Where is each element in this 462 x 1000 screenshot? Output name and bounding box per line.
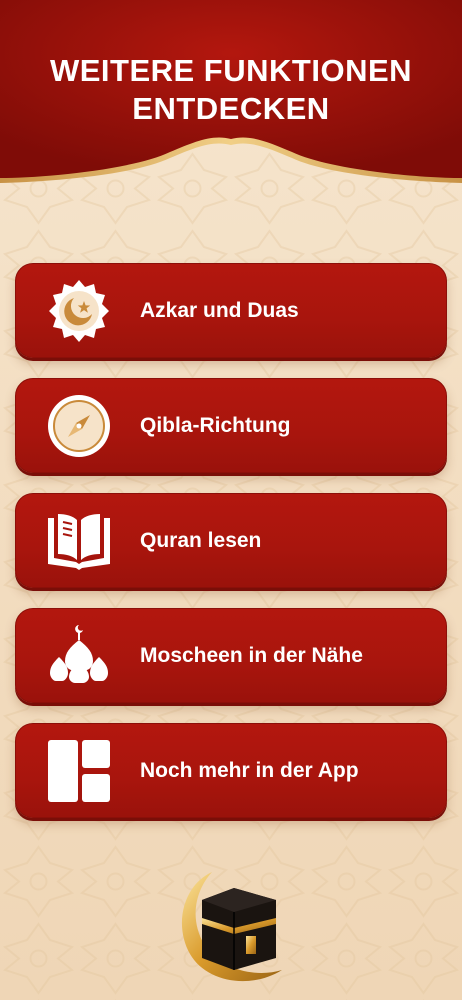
compass-icon [46, 393, 112, 459]
star-crescent-icon [46, 278, 112, 344]
menu-item-nearby-mosques[interactable]: Moscheen in der Nähe [15, 608, 447, 703]
app-grid-icon [46, 738, 112, 804]
menu-item-read-quran[interactable]: Quran lesen [15, 493, 447, 588]
feature-menu: Azkar und Duas Qibla-Richtung Quran lese [15, 263, 447, 838]
menu-item-more-in-app[interactable]: Noch mehr in der App [15, 723, 447, 818]
open-book-icon [46, 508, 112, 574]
header-banner: WEITERE FUNKTIONEN ENTDECKEN [0, 0, 462, 200]
page-title-line-1: WEITERE FUNKTIONEN [49, 53, 413, 88]
page-title-line-2: ENTDECKEN [132, 91, 330, 126]
menu-item-label: Quran lesen [140, 528, 262, 552]
menu-item-azkar-duas[interactable]: Azkar und Duas [15, 263, 447, 358]
menu-item-label: Noch mehr in der App [140, 758, 359, 782]
menu-item-label: Azkar und Duas [140, 298, 299, 322]
menu-item-label: Qibla-Richtung [140, 413, 291, 437]
page-title: WEITERE FUNKTIONEN ENTDECKEN [0, 52, 462, 128]
menu-item-label: Moscheen in der Nähe [140, 643, 363, 667]
menu-item-qibla-direction[interactable]: Qibla-Richtung [15, 378, 447, 473]
mosque-icon [46, 623, 112, 689]
kaaba-crescent-icon [181, 872, 282, 982]
